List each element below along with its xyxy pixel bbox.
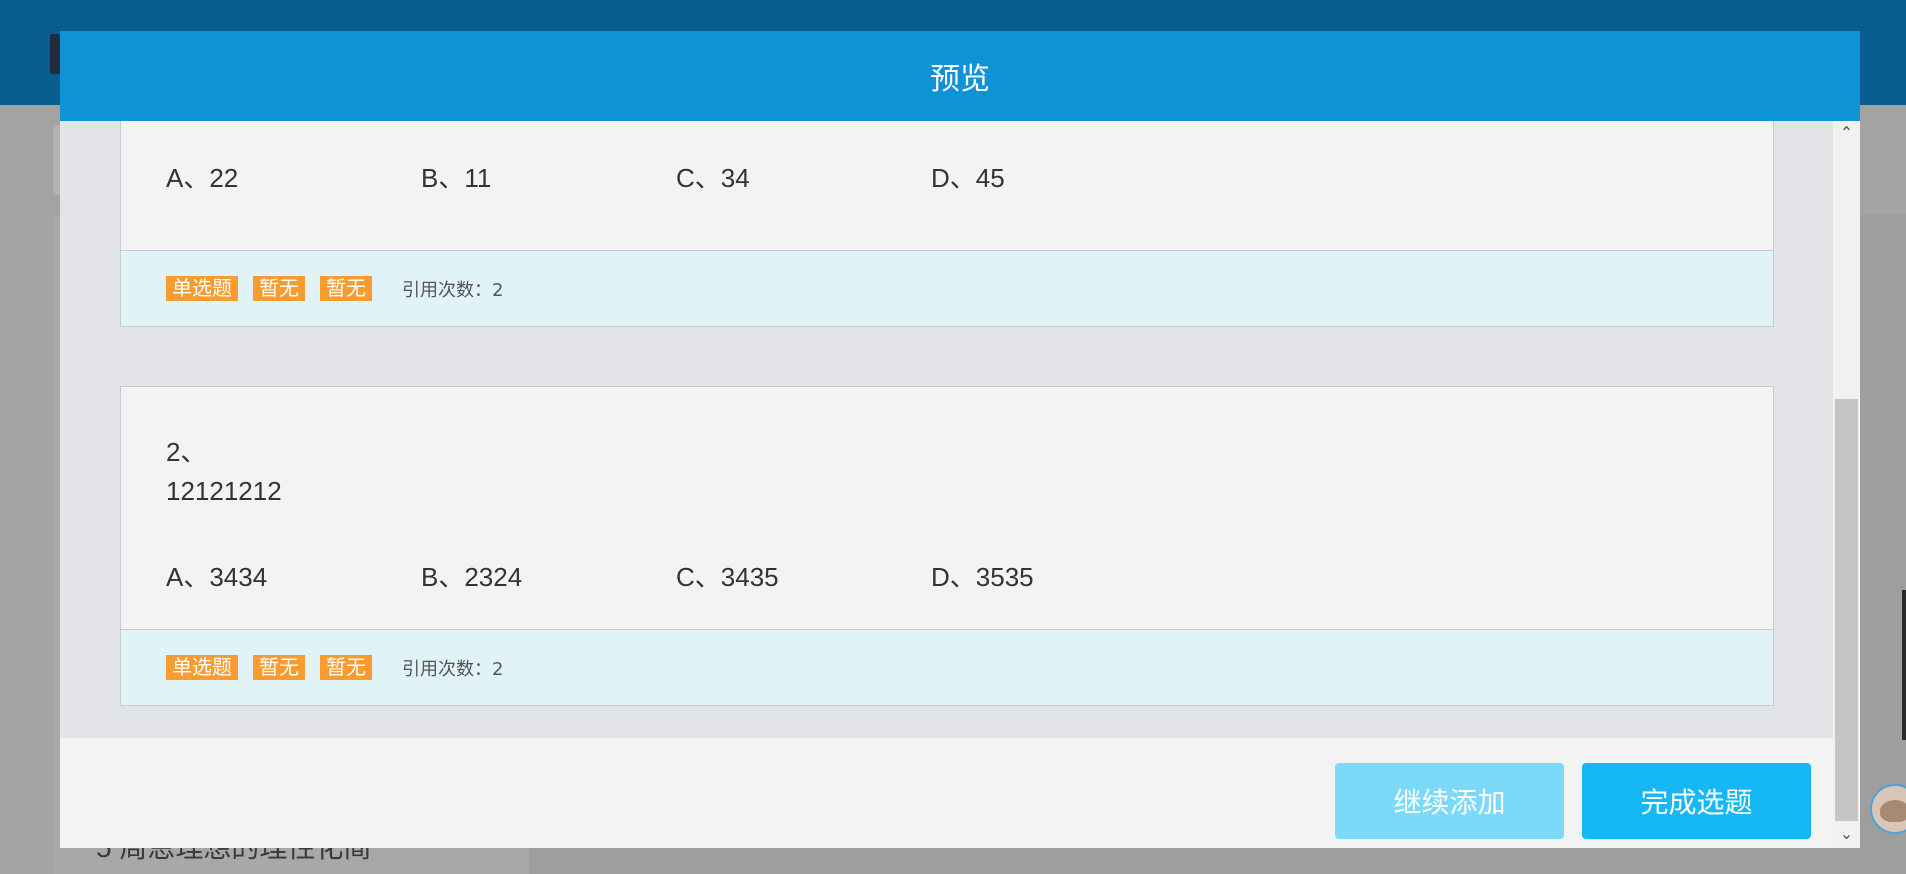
question-number: 2、 xyxy=(166,437,207,467)
reference-count: 引用次数：2 xyxy=(402,658,504,680)
scrollbar-thumb[interactable] xyxy=(1835,399,1858,821)
chevron-down-icon[interactable]: ⌄ xyxy=(1833,822,1860,848)
question-footer: 单选题 暂无 暂无 引用次数：2 xyxy=(121,629,1773,705)
modal-body: A、22 B、11 C、34 D、45 单选题 暂无 暂无 引用次数：2 2、 … xyxy=(60,121,1833,738)
tag-knowledge: 暂无 xyxy=(320,655,372,680)
question-card: A、22 B、11 C、34 D、45 单选题 暂无 暂无 引用次数：2 xyxy=(120,121,1774,327)
finish-selection-button[interactable]: 完成选题 xyxy=(1582,763,1811,839)
option-c: C、3435 xyxy=(676,562,779,592)
tag-knowledge: 暂无 xyxy=(320,276,372,301)
option-d: D、3535 xyxy=(931,562,1034,592)
question-card: 2、 12121212 A、3434 B、2324 C、3435 D、3535 … xyxy=(120,386,1774,706)
reference-count: 引用次数：2 xyxy=(402,279,504,301)
tag-question-type: 单选题 xyxy=(166,276,238,301)
continue-adding-button[interactable]: 继续添加 xyxy=(1335,763,1564,839)
question-text: 12121212 xyxy=(166,476,282,506)
chevron-up-icon[interactable]: ⌃ xyxy=(1833,121,1860,147)
option-b: B、2324 xyxy=(421,562,523,592)
modal-footer: 继续添加 完成选题 xyxy=(60,738,1833,848)
option-b: B、11 xyxy=(421,163,492,193)
option-a: A、22 xyxy=(166,163,239,193)
option-d: D、45 xyxy=(931,163,1005,193)
background-edge xyxy=(1902,590,1906,740)
question-options: A、3434 B、2324 C、3435 D、3535 xyxy=(166,557,1186,592)
option-c: C、34 xyxy=(676,163,750,193)
tag-difficulty: 暂无 xyxy=(253,276,305,301)
tag-difficulty: 暂无 xyxy=(253,655,305,680)
avatar-image xyxy=(1880,800,1906,822)
option-a: A、3434 xyxy=(166,562,268,592)
question-options: A、22 B、11 C、34 D、45 xyxy=(166,158,1186,193)
modal-header: 预览 xyxy=(60,31,1860,121)
modal-scrollbar[interactable]: ⌃ ⌄ xyxy=(1833,121,1860,848)
modal-title: 预览 xyxy=(930,62,990,97)
tag-question-type: 单选题 xyxy=(166,655,238,680)
question-footer: 单选题 暂无 暂无 引用次数：2 xyxy=(121,250,1773,326)
preview-modal: 预览 A、22 B、11 C、34 D、45 单选题 暂无 暂无 引用次数：2 … xyxy=(60,31,1860,848)
